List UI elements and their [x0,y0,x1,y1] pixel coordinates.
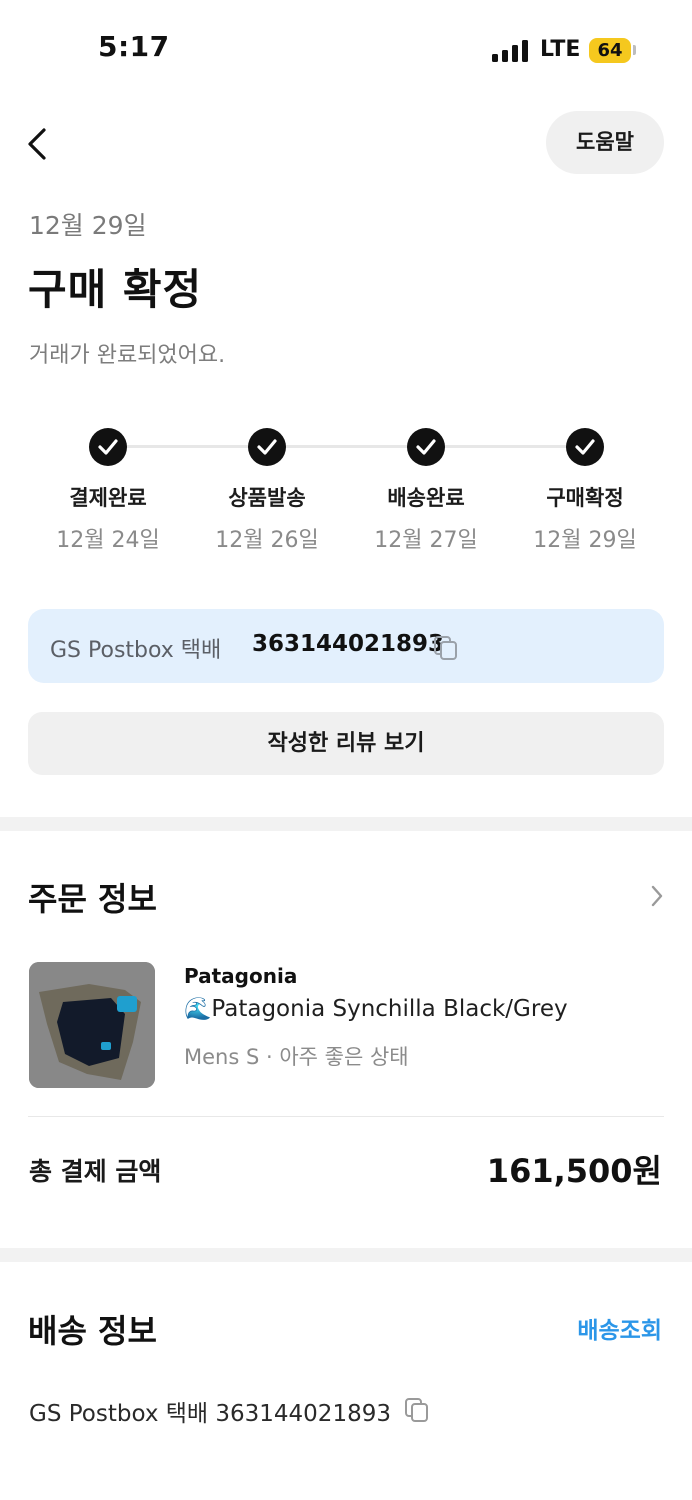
network-label: LTE [540,37,581,62]
back-button[interactable] [22,122,62,166]
shipping-info-title: 배송 정보 [28,1312,157,1350]
view-review-button[interactable]: 작성한 리뷰 보기 [28,712,664,775]
order-info-title: 주문 정보 [28,880,157,918]
chevron-left-icon [28,128,46,160]
status-time: 5:17 [98,30,170,63]
tracking-carrier: GS Postbox 택배 [50,638,222,663]
row-divider [28,1116,664,1117]
wave-emoji: 🌊 [184,997,212,1022]
step-check-icon [248,428,286,466]
help-button[interactable]: 도움말 [546,111,664,174]
section-divider [0,817,692,831]
step-check-icon [566,428,604,466]
step-label: 결제완료 [69,486,147,510]
step-label: 배송완료 [387,486,465,510]
track-delivery-link[interactable]: 배송조회 [577,1311,662,1345]
product-brand: Patagonia [184,964,298,988]
step-label: 상품발송 [228,486,306,510]
status-subtitle: 거래가 완료되었어요. [29,343,226,368]
section-divider [0,1248,692,1262]
battery-icon: 64 [589,38,631,63]
total-label: 총 결제 금액 [29,1157,162,1186]
step-check-icon [89,428,127,466]
progress-line [108,445,586,448]
step-date: 12월 27일 [374,528,478,553]
step-date: 12월 29일 [533,528,637,553]
tracking-number[interactable]: 363144021893 [252,631,444,657]
product-name[interactable]: 🌊Patagonia Synchilla Black/Grey [184,996,568,1022]
product-meta: Mens S · 아주 좋은 상태 [184,1045,409,1069]
product-image[interactable] [29,962,155,1088]
step-check-icon [407,428,445,466]
copy-icon[interactable] [432,634,460,662]
product-name-text: Patagonia Synchilla Black/Grey [211,996,568,1022]
step-date: 12월 24일 [56,528,160,553]
step-date: 12월 26일 [215,528,319,553]
page-title: 구매 확정 [28,265,203,314]
battery-tip [633,45,636,55]
copy-icon[interactable] [403,1396,431,1424]
shipping-tracking-line: GS Postbox 택배 363144021893 [29,1401,391,1427]
chevron-right-icon[interactable] [648,883,666,909]
total-value: 161,500원 [486,1152,662,1190]
signal-icon [492,40,532,62]
status-date: 12월 29일 [29,211,147,240]
step-label: 구매확정 [546,486,624,510]
